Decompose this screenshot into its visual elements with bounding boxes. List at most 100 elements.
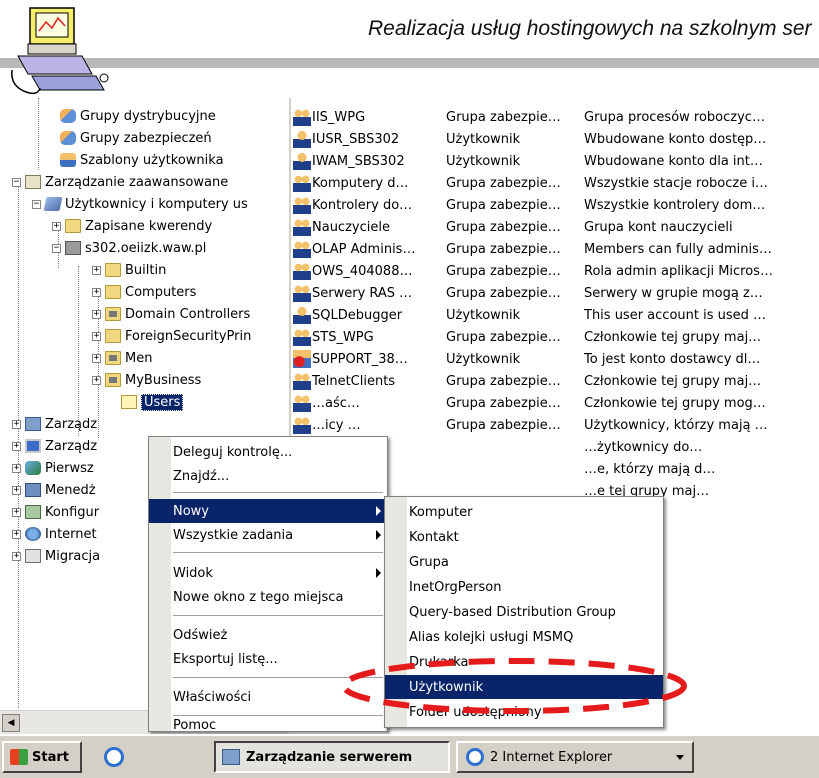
group-icon	[293, 372, 311, 390]
expand-icon[interactable]: +	[92, 287, 101, 297]
submenu-item[interactable]: Folder udostępniony	[385, 700, 663, 724]
submenu-item[interactable]: InetOrgPerson	[385, 575, 663, 599]
tree-item-computer-mgmt[interactable]: + Zarządz	[12, 436, 97, 456]
menu-item-find[interactable]: Znajdź...	[149, 464, 387, 488]
tree-item-computers[interactable]: + Computers	[92, 282, 196, 302]
list-cell-description: Wbudowane konto dla int…	[584, 153, 763, 169]
list-row[interactable]: Kontrolery do… Grupa zabezpie… Wszystkie k…	[293, 194, 819, 216]
tree-item-config[interactable]: + Konfigur	[12, 502, 99, 522]
menu-item-export[interactable]: Eksportuj listę...	[149, 647, 387, 671]
expand-icon[interactable]: +	[12, 463, 21, 473]
expand-icon[interactable]: +	[92, 331, 101, 341]
tree-item-advanced-management[interactable]: − Zarządzanie zaawansowane	[12, 172, 228, 192]
dropdown-arrow-icon[interactable]	[676, 755, 684, 760]
list-cell-description: Grupa procesów roboczyc…	[584, 109, 765, 125]
submenu-item[interactable]: Grupa	[385, 550, 663, 574]
list-row[interactable]: …icy … Grupa zabezpie… Użytkownicy, którzy…	[293, 414, 819, 436]
menu-item-all-tasks[interactable]: Wszystkie zadania	[149, 523, 387, 547]
tree-item-security-groups[interactable]: Grupy zabezpieczeń	[60, 128, 212, 148]
submenu-item-label: Grupa	[409, 554, 449, 570]
group-icon	[293, 240, 311, 258]
submenu-item[interactable]: Drukarka	[385, 650, 663, 674]
menu-item-properties[interactable]: Właściwości	[149, 685, 387, 709]
menu-item-refresh[interactable]: Odśwież	[149, 623, 387, 647]
submenu-item[interactable]: Użytkownik	[385, 675, 663, 699]
expand-icon[interactable]: +	[12, 419, 21, 429]
tree-item-server-mgmt[interactable]: + Zarządz	[12, 414, 97, 434]
tree-item-domain-controllers[interactable]: + Domain Controllers	[92, 304, 250, 324]
list-row[interactable]: …aśc… Grupa zabezpie… Członkowie tej grupy…	[293, 392, 819, 414]
expand-icon[interactable]: +	[92, 375, 101, 385]
submenu-item[interactable]: Komputer	[385, 500, 663, 524]
expand-icon[interactable]: +	[92, 265, 101, 275]
submenu-arrow-icon	[376, 568, 381, 578]
list-row[interactable]: OWS_404088… Grupa zabezpie… Rola admin apl…	[293, 260, 819, 282]
submenu-arrow-icon	[376, 506, 381, 516]
expand-icon[interactable]: +	[12, 441, 21, 451]
collapse-icon[interactable]: −	[52, 243, 61, 253]
taskbar-button-server-management[interactable]: Zarządzanie serwerem	[214, 741, 450, 773]
list-row[interactable]: TelnetClients Grupa zabezpie… Członkowie t…	[293, 370, 819, 392]
list-row[interactable]: STS_WPG Grupa zabezpie… Członkowie tej gru…	[293, 326, 819, 348]
submenu-item[interactable]: Query-based Distribution Group	[385, 600, 663, 624]
menu-item-new-window[interactable]: Nowe okno z tego miejsca	[149, 585, 387, 609]
menu-item-view[interactable]: Widok	[149, 561, 387, 585]
list-cell-label: OWS_404088…	[312, 263, 413, 279]
list-cell-description: To jest konto dostawcy dl…	[584, 351, 761, 367]
collapse-icon[interactable]: −	[12, 177, 21, 187]
tree-item-domain[interactable]: − s302.oeiizk.waw.pl	[52, 238, 206, 258]
menu-item-label: Znajdź...	[173, 468, 230, 484]
submenu-item[interactable]: Alias kolejki usługi MSMQ	[385, 625, 663, 649]
tree-item-distribution-groups[interactable]: Grupy dystrybucyjne	[60, 106, 216, 126]
scroll-left-icon[interactable]: ◀	[2, 714, 20, 732]
taskbar-button-internet-explorer[interactable]: 2 Internet Explorer	[456, 741, 694, 773]
collapse-icon[interactable]: −	[32, 199, 41, 209]
wizard-icon	[25, 461, 41, 475]
tree-item-builtin[interactable]: + Builtin	[92, 260, 166, 280]
folder-icon	[105, 329, 121, 343]
expand-icon[interactable]: +	[92, 353, 101, 363]
expand-icon[interactable]: +	[92, 309, 101, 319]
submenu-item[interactable]: Kontakt	[385, 525, 663, 549]
menu-item-help[interactable]: Pomoc	[149, 717, 387, 733]
submenu-item-label: Komputer	[409, 504, 473, 520]
expand-icon[interactable]: +	[12, 529, 21, 539]
tree-item-mybusiness[interactable]: + MyBusiness	[92, 370, 201, 390]
tree-item-label: Zapisane kwerendy	[85, 218, 213, 234]
tree-item-internet[interactable]: + Internet	[12, 524, 97, 544]
expand-icon[interactable]: +	[12, 485, 21, 495]
start-button[interactable]: Start	[2, 741, 82, 773]
expand-icon[interactable]: +	[12, 507, 21, 517]
list-row[interactable]: Nauczyciele Grupa zabezpie… Grupa kont nau…	[293, 216, 819, 238]
menu-item-new[interactable]: Nowy	[149, 499, 387, 523]
list-row[interactable]: IWAM_SBS302 Użytkownik Wbudowane konto dla…	[293, 150, 819, 172]
tree-item-manager[interactable]: + Menedż	[12, 480, 96, 500]
expand-icon[interactable]: +	[12, 551, 21, 561]
tree-item-foreign-security[interactable]: + ForeignSecurityPrin	[92, 326, 251, 346]
list-cell-label: Nauczyciele	[312, 219, 390, 235]
list-cell-label: …icy …	[312, 417, 361, 433]
menu-item-delegate[interactable]: Deleguj kontrolę...	[149, 440, 387, 464]
submenu-item-label: Query-based Distribution Group	[409, 604, 616, 620]
menu-item-label: Eksportuj listę...	[173, 651, 278, 667]
list-cell-name: IWAM_SBS302	[293, 152, 446, 170]
list-row[interactable]: OLAP Adminis… Grupa zabezpie… Members can …	[293, 238, 819, 260]
quicklaunch-ie-icon[interactable]	[104, 747, 124, 767]
tree-item-user-templates[interactable]: Szablony użytkownika	[60, 150, 224, 170]
tree-item-first-steps[interactable]: + Pierwsz	[12, 458, 94, 478]
tree-item-users[interactable]: Users	[121, 392, 184, 412]
list-row[interactable]: IIS_WPG Grupa zabezpie… Grupa procesów rob…	[293, 106, 819, 128]
list-row[interactable]: Komputery d… Grupa zabezpie… Wszystkie sta…	[293, 172, 819, 194]
menu-separator	[173, 615, 383, 616]
list-row[interactable]: IUSR_SBS302 Użytkownik Wbudowane konto dos…	[293, 128, 819, 150]
tree-item-label: Grupy zabezpieczeń	[80, 130, 212, 146]
list-row[interactable]: SQLDebugger Użytkownik This user account i…	[293, 304, 819, 326]
tree-item-migration[interactable]: + Migracja	[12, 546, 100, 566]
tree-item-saved-queries[interactable]: + Zapisane kwerendy	[52, 216, 212, 236]
expand-icon[interactable]: +	[52, 221, 61, 231]
list-row[interactable]: SUPPORT_38… Użytkownik To jest konto dosta…	[293, 348, 819, 370]
config-icon	[25, 505, 41, 519]
tree-item-men[interactable]: + Men	[92, 348, 152, 368]
tree-item-ad-users-computers[interactable]: − Użytkownicy i komputery us	[32, 194, 248, 214]
list-row[interactable]: Serwery RAS … Grupa zabezpie… Serwery w gr…	[293, 282, 819, 304]
